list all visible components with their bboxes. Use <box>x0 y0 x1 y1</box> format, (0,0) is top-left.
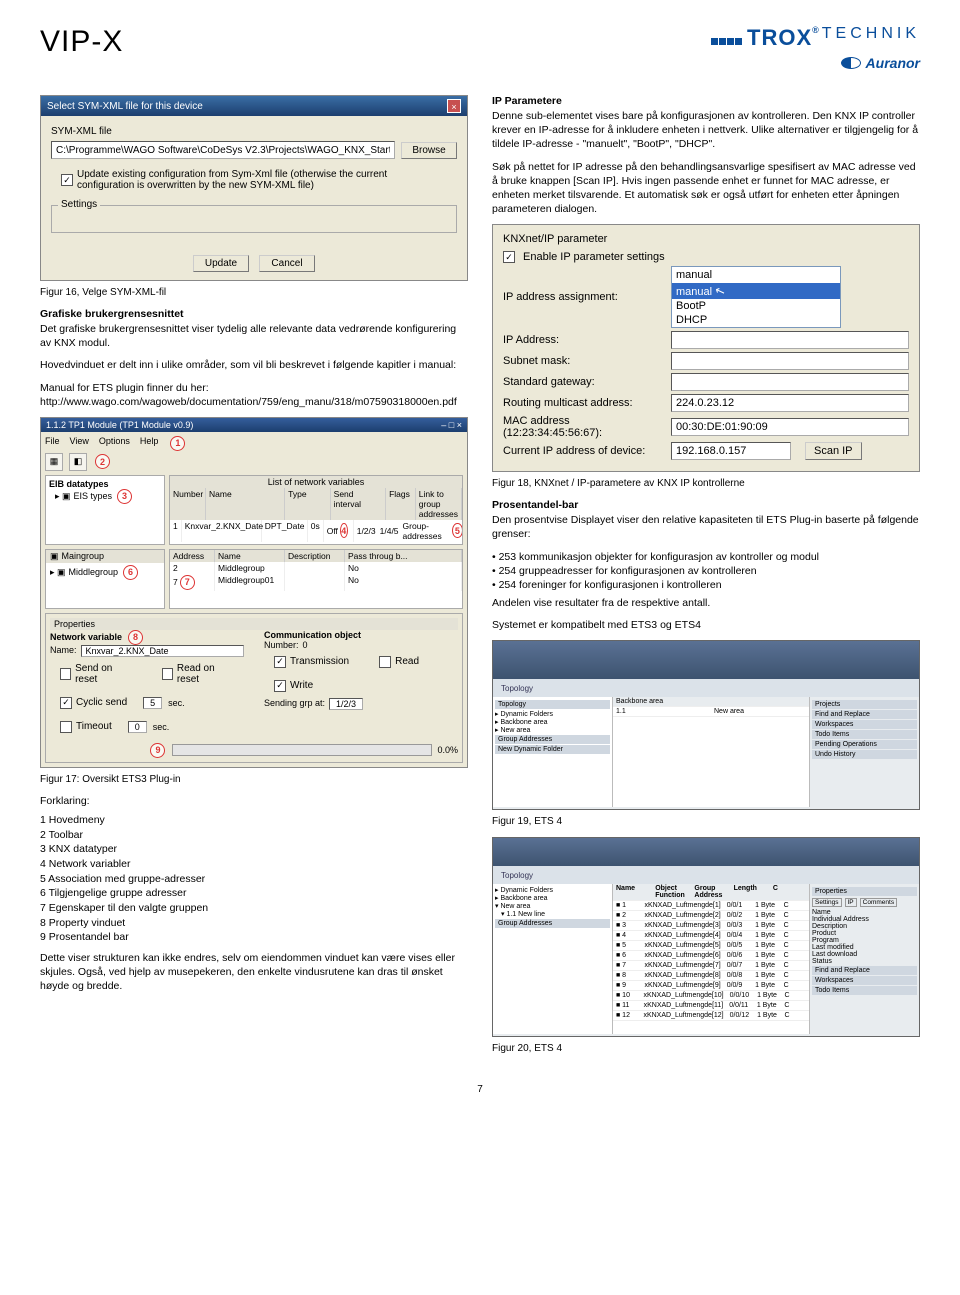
callout-4: 4 <box>340 523 348 538</box>
brand-sub: TECHNIK <box>822 25 920 43</box>
fig18-caption: Figur 18, KNXnet / IP-parametere av KNX … <box>492 478 920 489</box>
fig16-file-label: SYM-XML file <box>51 126 457 137</box>
gui-heading: Grafiske brukergrensesnittet <box>40 308 468 320</box>
percent-value: 0.0% <box>437 745 458 755</box>
percent-bar <box>172 744 432 756</box>
page-number: 7 <box>40 1084 920 1095</box>
eib-datatypes-panel: EIB datatypes ▸ ▣ EIS types 3 <box>45 475 165 545</box>
fig16-file-input[interactable] <box>51 141 395 159</box>
cancel-button[interactable]: Cancel <box>259 255 315 272</box>
update-check-label: Update existing configuration from Sym-X… <box>77 169 397 191</box>
callout-7: 7 <box>180 575 195 590</box>
fig18-panel: KNXnet/IP parameter ✓ Enable IP paramete… <box>492 224 920 472</box>
fig17-caption: Figur 17: Oversikt ETS3 Plug-in <box>40 774 468 785</box>
pct-p2: Andelen vise resultater fra de respektiv… <box>492 596 920 610</box>
gui-p2: Hovedvinduet er delt inn i ulike områder… <box>40 358 468 372</box>
fig20-window: Topology ▸ Dynamic Folders ▸ Backbone ar… <box>492 837 920 1037</box>
network-vars-panel: List of network variables Number Name Ty… <box>169 475 463 545</box>
multicast-input[interactable]: 224.0.23.12 <box>671 394 909 412</box>
fig20-caption: Figur 20, ETS 4 <box>492 1043 920 1054</box>
pct-b3: • 254 foreninger for konfigurasjonen i k… <box>492 578 920 592</box>
fig16-window: Select SYM-XML file for this device × SY… <box>40 95 468 281</box>
current-ip: 192.168.0.157 <box>671 442 791 460</box>
callout-5: 5 <box>452 523 463 538</box>
group-addr-table: Address Name Description Pass throug b..… <box>169 549 463 609</box>
callout-3: 3 <box>117 489 132 504</box>
menu-view[interactable]: View <box>70 436 89 451</box>
brand-block: TROX ® TECHNIK Auranor <box>711 25 920 71</box>
callout-6: 6 <box>123 565 138 580</box>
scan-ip-button[interactable]: Scan IP <box>805 442 862 460</box>
pct-p1: Den prosentvise Displayet viser den rela… <box>492 513 920 541</box>
pct-p3: Systemet er kompatibelt med ETS3 og ETS4 <box>492 618 920 632</box>
fig16-win-title: Select SYM-XML file for this device <box>47 101 203 112</box>
gui-p1: Det grafiske brukergrensesnittet viser t… <box>40 322 468 350</box>
close-icon[interactable]: × <box>447 99 461 113</box>
ip-p2: Søk på nettet for IP adresse på den beha… <box>492 160 920 217</box>
legend-title: Forklaring: <box>40 795 468 807</box>
pct-b2: • 254 gruppeadresser for konfigurasjonen… <box>492 564 920 578</box>
menu-file[interactable]: File <box>45 436 60 451</box>
browse-button[interactable]: Browse <box>401 142 457 159</box>
ip-address-input[interactable] <box>671 331 909 349</box>
gateway-input[interactable] <box>671 373 909 391</box>
legend-list: 1 Hovedmeny 2 Toolbar 3 KNX datatyper 4 … <box>40 813 468 945</box>
properties-panel: Properties Network variable 8 Name: Knxv… <box>45 613 463 763</box>
gui-p3: Manual for ETS plugin finner du her: htt… <box>40 381 468 409</box>
enable-label: Enable IP parameter settings <box>523 251 665 263</box>
brand-reg: ® <box>812 25 820 35</box>
pct-b1: • 253 kommunikasjon objekter for konfigu… <box>492 550 920 564</box>
enable-checkbox[interactable]: ✓ <box>503 251 515 263</box>
fig17-window: 1.1.2 TP1 Module (TP1 Module v0.9) – □ ×… <box>40 417 468 768</box>
ip-p1: Denne sub-elementet vises bare på konfig… <box>492 109 920 152</box>
legend-p1: Dette viser strukturen kan ikke endres, … <box>40 951 468 994</box>
window-controls-icon[interactable]: – □ × <box>441 420 462 430</box>
fig19-caption: Figur 19, ETS 4 <box>492 816 920 827</box>
callout-8: 8 <box>128 630 143 645</box>
ets4-tab-topology[interactable]: Topology <box>501 684 533 693</box>
auranor-icon <box>841 57 861 69</box>
group-addr-panel: ▣ Maingroup ▸ ▣ Middlegroup 6 <box>45 549 165 609</box>
callout-9: 9 <box>150 743 165 758</box>
pct-heading: Prosentandel-bar <box>492 499 920 511</box>
update-button[interactable]: Update <box>193 255 249 272</box>
callout-1: 1 <box>170 436 185 451</box>
toolbar-icon-2[interactable]: ◧ <box>69 453 87 471</box>
toolbar-icon-1[interactable]: ▦ <box>45 453 63 471</box>
brand-name: TROX <box>747 25 812 51</box>
menu-help[interactable]: Help <box>140 436 159 451</box>
mac-input[interactable]: 00:30:DE:01:90:09 <box>671 418 909 436</box>
fig17-win-title: 1.1.2 TP1 Module (TP1 Module v0.9) <box>46 420 193 430</box>
callout-2: 2 <box>95 454 110 469</box>
brand-line2: Auranor <box>866 55 920 71</box>
update-checkbox[interactable]: ✓ <box>61 174 73 186</box>
ip-assign-dropdown[interactable]: manual manual ↖ BootP DHCP <box>671 266 841 328</box>
fig19-window: Topology Topology ▸ Dynamic Folders ▸ Ba… <box>492 640 920 810</box>
menu-options[interactable]: Options <box>99 436 130 451</box>
knx-group-title: KNXnet/IP parameter <box>503 233 909 245</box>
settings-label: Settings <box>58 199 100 210</box>
page-title: VIP-X <box>40 25 123 59</box>
fig16-caption: Figur 16, Velge SYM-XML-fil <box>40 287 468 298</box>
ip-heading: IP Parametere <box>492 95 920 107</box>
subnet-input[interactable] <box>671 352 909 370</box>
